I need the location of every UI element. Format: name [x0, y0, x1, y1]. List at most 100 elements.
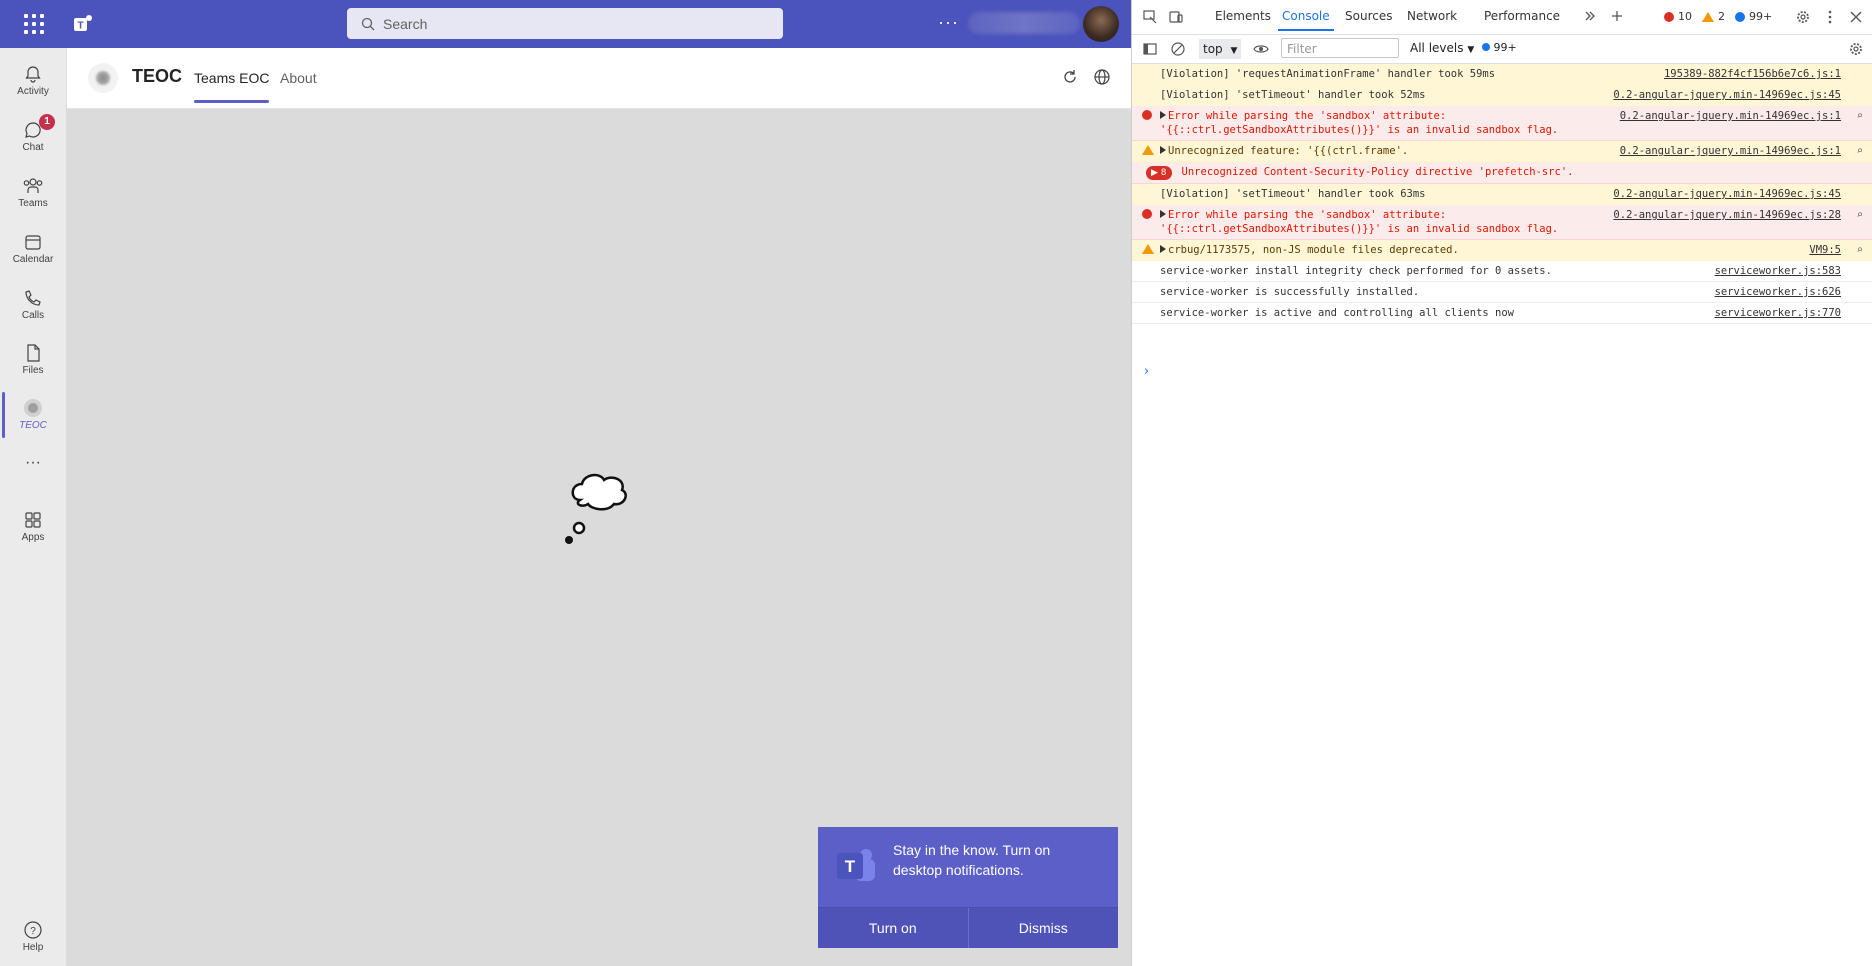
tab-about[interactable]: About: [280, 70, 317, 86]
filter-input[interactable]: Filter: [1281, 38, 1399, 58]
eye-icon[interactable]: [1253, 41, 1269, 57]
more-apps-icon: ···: [25, 454, 41, 471]
message-text: Unrecognized feature: '{{(ctrl.frame'.: [1168, 145, 1409, 157]
reload-icon[interactable]: [1061, 68, 1079, 86]
expand-icon[interactable]: [1160, 146, 1166, 154]
source-link[interactable]: 0.2-angular-jquery.min-14969ec.js:45: [1613, 187, 1841, 201]
avatar[interactable]: [1083, 6, 1119, 42]
expand-icon[interactable]: [1160, 245, 1166, 253]
rail-item-help[interactable]: ? Help: [0, 912, 66, 964]
console-message[interactable]: service-worker is successfully installed…: [1132, 282, 1872, 303]
tab-console[interactable]: Console: [1278, 9, 1334, 31]
rail-label: TEOC: [19, 420, 47, 431]
console-message[interactable]: service-worker is active and controlling…: [1132, 303, 1872, 324]
issues-button[interactable]: 99+: [1482, 41, 1517, 54]
rail-item-calendar[interactable]: Calendar: [0, 224, 66, 276]
teams-app: T Search ··· Activity 1 Chat Teams Calen…: [0, 0, 1131, 966]
app-rail: Activity 1 Chat Teams Calendar Calls Fil…: [0, 48, 66, 966]
tab-teams-eoc[interactable]: Teams EOC: [194, 70, 270, 103]
rail-item-chat[interactable]: 1 Chat: [0, 112, 66, 164]
source-link[interactable]: serviceworker.js:583: [1715, 264, 1841, 278]
rail-item-activity[interactable]: Activity: [0, 56, 66, 108]
source-link[interactable]: 0.2-angular-jquery.min-14969ec.js:28: [1613, 208, 1841, 222]
tab-elements[interactable]: Elements: [1215, 9, 1271, 23]
tab-network[interactable]: Network: [1407, 9, 1457, 23]
more-options-icon[interactable]: ···: [938, 12, 959, 33]
search-icon[interactable]: ⌕: [1857, 243, 1863, 257]
rail-item-more[interactable]: ···: [0, 446, 66, 482]
source-link[interactable]: 195389-882f4cf156b6e7c6.js:1: [1664, 67, 1841, 81]
console-settings-icon[interactable]: [1848, 41, 1864, 57]
teams-logo-icon: T: [74, 15, 92, 32]
phone-icon: [25, 290, 41, 306]
toast-message: Stay in the know. Turn on desktop notifi…: [893, 842, 1051, 878]
search-icon[interactable]: ⌕: [1857, 144, 1863, 158]
thinking-cloud-icon: [565, 473, 627, 544]
rail-item-files[interactable]: Files: [0, 335, 66, 387]
search-icon[interactable]: ⌕: [1857, 208, 1863, 222]
teoc-logo: [88, 63, 118, 93]
clear-console-icon[interactable]: [1170, 41, 1186, 57]
source-link[interactable]: serviceworker.js:626: [1715, 285, 1841, 299]
source-link[interactable]: 0.2-angular-jquery.min-14969ec.js:1: [1620, 144, 1841, 158]
console-message[interactable]: Error while parsing the 'sandbox' attrib…: [1132, 106, 1872, 141]
close-icon[interactable]: [1848, 9, 1864, 25]
console-message[interactable]: Error while parsing the 'sandbox' attrib…: [1132, 205, 1872, 240]
console-prompt-icon[interactable]: ›: [1144, 364, 1149, 379]
device-toggle-icon[interactable]: [1168, 9, 1184, 25]
svg-text:?: ?: [30, 926, 36, 937]
console-messages: [Violation] 'requestAnimationFrame' hand…: [1132, 64, 1872, 324]
dismiss-button[interactable]: Dismiss: [967, 908, 1118, 948]
console-message[interactable]: Unrecognized feature: '{{(ctrl.frame'. 0…: [1132, 141, 1872, 162]
console-message[interactable]: [Violation] 'setTimeout' handler took 63…: [1132, 184, 1872, 205]
more-tabs-icon[interactable]: [1583, 9, 1597, 23]
log-levels-dropdown[interactable]: All levels ▼: [1410, 41, 1474, 55]
repeat-count: 8: [1160, 168, 1167, 178]
console-message[interactable]: service-worker install integrity check p…: [1132, 261, 1872, 282]
globe-icon[interactable]: [1093, 68, 1111, 86]
expand-icon[interactable]: [1160, 210, 1166, 218]
tab-performance[interactable]: Performance: [1484, 9, 1560, 23]
chat-unread-badge: 1: [39, 114, 55, 130]
error-count: 10: [1678, 10, 1692, 23]
expand-icon[interactable]: [1160, 111, 1166, 119]
file-icon: [27, 344, 40, 362]
kebab-menu-icon[interactable]: [1822, 9, 1838, 25]
tab-sources[interactable]: Sources: [1345, 9, 1392, 23]
context-select[interactable]: top ▼: [1199, 39, 1241, 59]
sidebar-toggle-icon[interactable]: [1142, 41, 1158, 57]
rail-item-teams[interactable]: Teams: [0, 168, 66, 220]
console-toolbar: top ▼ Filter All levels ▼ 99+: [1132, 35, 1872, 64]
gear-icon[interactable]: [1795, 9, 1811, 25]
rail-item-teoc[interactable]: TEOC: [0, 390, 66, 442]
inspect-icon[interactable]: [1142, 9, 1158, 25]
app-launcher-icon[interactable]: [22, 12, 46, 36]
info-icon: [1482, 43, 1490, 51]
teams-icon: [23, 178, 43, 193]
source-link[interactable]: serviceworker.js:770: [1715, 306, 1841, 320]
add-tab-icon[interactable]: [1610, 9, 1624, 23]
rail-item-calls[interactable]: Calls: [0, 280, 66, 332]
devtools-tab-bar: Elements Console Sources Network Perform…: [1132, 0, 1872, 35]
search-icon[interactable]: ⌕: [1857, 109, 1863, 123]
console-message[interactable]: crbug/1173575, non-JS module files depre…: [1132, 240, 1872, 261]
source-link[interactable]: 0.2-angular-jquery.min-14969ec.js:45: [1613, 88, 1841, 102]
source-link[interactable]: 0.2-angular-jquery.min-14969ec.js:1: [1620, 109, 1841, 123]
rail-item-apps[interactable]: Apps: [0, 502, 66, 554]
turn-on-button[interactable]: Turn on: [818, 908, 968, 948]
warning-count: 2: [1718, 10, 1725, 23]
rail-label: Apps: [21, 532, 45, 543]
teoc-app-icon: [24, 399, 42, 417]
message-text: service-worker is active and controlling…: [1160, 307, 1515, 319]
console-message[interactable]: ▶ 8 Unrecognized Content-Security-Policy …: [1132, 162, 1872, 184]
help-icon: ?: [24, 921, 42, 939]
error-icon: [1664, 11, 1674, 22]
console-message[interactable]: [Violation] 'setTimeout' handler took 52…: [1132, 85, 1872, 106]
rail-label: Teams: [18, 198, 48, 209]
rail-label: Help: [22, 942, 44, 953]
issue-counters[interactable]: 10 2 99+: [1664, 10, 1772, 23]
console-message[interactable]: [Violation] 'requestAnimationFrame' hand…: [1132, 64, 1872, 85]
search-input[interactable]: Search: [347, 8, 783, 39]
source-link[interactable]: VM9:5: [1809, 243, 1841, 257]
issues-count: 99+: [1493, 41, 1517, 54]
